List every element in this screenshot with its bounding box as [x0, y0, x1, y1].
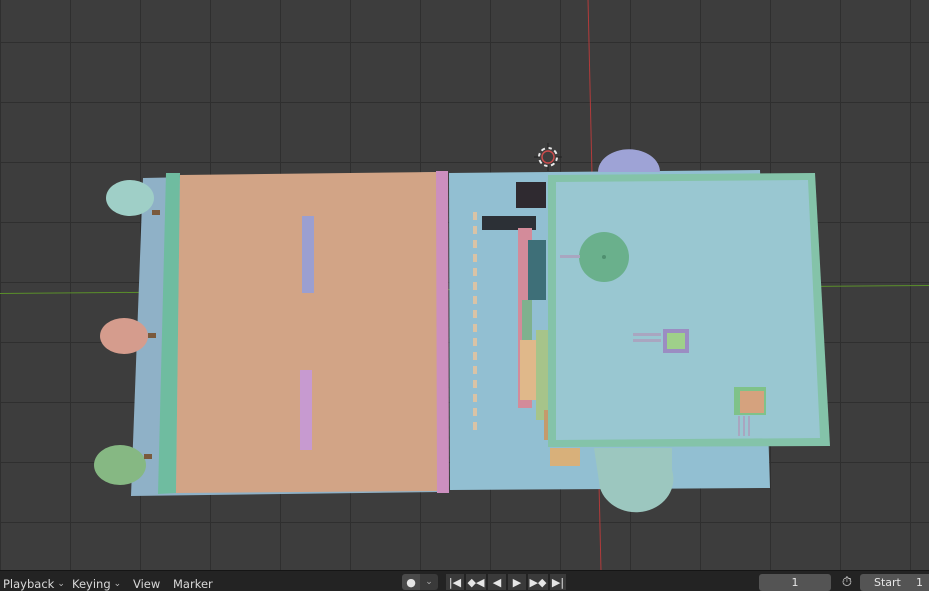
view-menu[interactable]: View	[133, 577, 160, 591]
chevron-down-icon: ⌄	[113, 579, 122, 589]
lane-marking-top	[302, 216, 314, 293]
scene-objects[interactable]	[0, 0, 929, 570]
keying-menu[interactable]: Keying ⌄	[72, 577, 121, 591]
3d-cursor-icon	[534, 143, 562, 171]
divider-wall	[436, 171, 449, 493]
jump-to-start-icon[interactable]: |◀	[446, 574, 464, 590]
jump-to-end-icon[interactable]: ▶|	[550, 574, 566, 590]
tree-teal	[106, 180, 154, 216]
next-keyframe-icon[interactable]: ▶◆	[528, 574, 548, 590]
current-frame-field[interactable]: 1	[759, 574, 831, 591]
tree-pink	[100, 318, 148, 354]
record-icon[interactable]: ●	[402, 574, 420, 590]
play-icon[interactable]: ▶	[508, 574, 526, 590]
prev-keyframe-icon[interactable]: ◆◀	[466, 574, 486, 590]
chevron-down-icon: ⌄	[57, 579, 65, 589]
timeline-header: Playback ⌄ Keying ⌄ View Marker ● ⌄ |◀ ◆◀ …	[0, 570, 929, 591]
chevron-down-icon[interactable]: ⌄	[420, 574, 438, 590]
3d-viewport[interactable]	[0, 0, 929, 570]
blue-dome-top	[598, 149, 660, 172]
marker-menu[interactable]: Marker	[173, 577, 213, 591]
green-dome-bottom	[594, 448, 674, 513]
stopwatch-icon[interactable]: ⏱	[838, 574, 856, 590]
lane-marking-bottom	[300, 370, 312, 450]
room-floor	[556, 180, 820, 440]
play-reverse-icon[interactable]: ◀	[488, 574, 506, 590]
start-frame-field[interactable]: Start 1	[860, 574, 929, 591]
playback-menu[interactable]: Playback ⌄	[3, 577, 65, 591]
tree-green	[94, 445, 146, 485]
